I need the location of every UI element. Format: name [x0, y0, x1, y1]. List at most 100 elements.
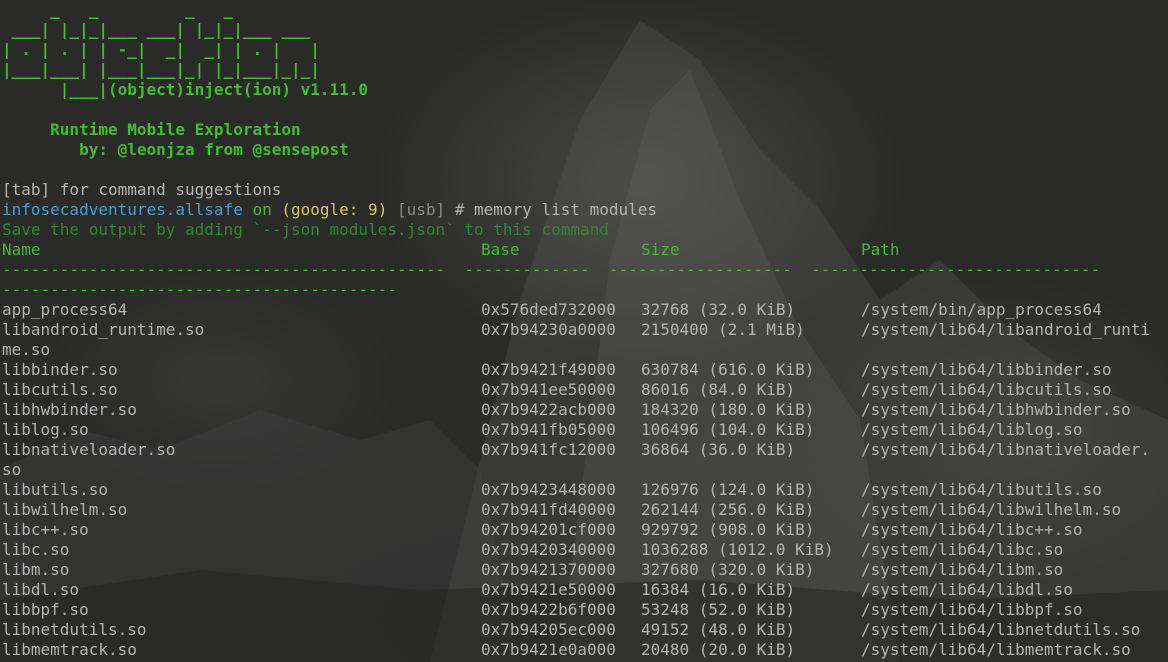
module-size: 262144 (256.0 KiB)	[641, 500, 815, 519]
module-base: 0x7b941ee50000	[481, 380, 616, 399]
module-name: libwilhelm.so	[2, 500, 128, 519]
module-size: 32768 (32.0 KiB)	[641, 300, 796, 319]
module-base: 0x7b94230a0000	[481, 320, 616, 339]
header-path: Path	[861, 240, 900, 259]
module-base: 0x7b9421f49000	[481, 360, 616, 379]
module-path: /system/lib64/libnetdutils.so	[861, 620, 1141, 639]
module-path: /system/lib64/libandroid_runti	[861, 320, 1150, 339]
module-name: libhwbinder.so	[2, 400, 137, 419]
module-base: 0x7b94205ec000	[481, 620, 616, 639]
module-name: libcutils.so	[2, 380, 118, 399]
module-size: 53248 (52.0 KiB)	[641, 600, 796, 619]
table-row: libmemtrack.so 0x7b9421e0a000 20480 (20.0 …	[2, 640, 1168, 660]
module-path: /system/lib64/libbpf.so	[861, 600, 1083, 619]
module-size: 36864 (36.0 KiB)	[641, 440, 796, 459]
module-base: 0x7b94201cf000	[481, 520, 616, 539]
module-size: 1036288 (1012.0 KiB)	[641, 540, 834, 559]
module-name: libandroid_runtime.so	[2, 320, 205, 339]
table-separator: ----------------------------------------…	[2, 260, 1101, 279]
module-name: app_process64	[2, 300, 128, 319]
table-row: libnetdutils.so 0x7b94205ec000 49152 (48.0…	[2, 620, 1168, 640]
module-size: 49152 (48.0 KiB)	[641, 620, 796, 639]
prompt-device: (google: 9)	[281, 200, 388, 219]
ascii-logo-line: ___| |_|_|___ ___| |_|_|___ ___	[2, 20, 311, 39]
table-row: libcutils.so 0x7b941ee50000 86016 (84.0 Ki…	[2, 380, 1168, 400]
module-name: libnativeloader.so	[2, 440, 176, 459]
module-path: /system/lib64/libwilhelm.so	[861, 500, 1122, 519]
table-row: libhwbinder.so 0x7b9422acb000 184320 (180.…	[2, 400, 1168, 420]
module-base: 0x7b9420340000	[481, 540, 616, 559]
header-size: Size	[641, 240, 680, 259]
module-path: /system/lib64/libcutils.so	[861, 380, 1112, 399]
module-name: libm.so	[2, 560, 70, 579]
module-path: /system/lib64/libm.so	[861, 560, 1064, 579]
table-row: libwilhelm.so 0x7b941fd40000 262144 (256.0…	[2, 500, 1168, 520]
module-base: 0x7b9422b6f000	[481, 600, 616, 619]
table-row: libc.so 0x7b9420340000 1036288 (1012.0 KiB…	[2, 540, 1168, 560]
terminal-window[interactable]: _ _ _ _ ___| |_|_|___ ___| |_|_|___ ___ …	[0, 0, 1168, 662]
table-row: libm.so 0x7b9421370000 327680 (320.0 KiB) /…	[2, 560, 1168, 580]
command-prompt[interactable]: infosecadventures.allsafe on (google: 9)…	[2, 200, 657, 220]
module-path: /system/bin/app_process64	[861, 300, 1102, 319]
module-name-wrap: me.so	[2, 340, 51, 359]
module-size: 929792 (908.0 KiB)	[641, 520, 815, 539]
module-base: 0x7b9422acb000	[481, 400, 616, 419]
table-row: libc++.so 0x7b94201cf000 929792 (908.0 KiB…	[2, 520, 1168, 540]
module-size: 327680 (320.0 KiB)	[641, 560, 815, 579]
module-path: /system/lib64/libnativeloader.	[861, 440, 1150, 459]
module-path: /system/lib64/libutils.so	[861, 480, 1102, 499]
tab-hint: [tab] for command suggestions	[2, 180, 282, 199]
prompt-transport: [usb]	[387, 200, 446, 219]
module-size: 86016 (84.0 KiB)	[641, 380, 796, 399]
module-base: 0x7b941fb05000	[481, 420, 616, 439]
prompt-command: # memory list modules	[445, 200, 658, 219]
module-name: libbinder.so	[2, 360, 118, 379]
module-base: 0x7b9421e0a000	[481, 640, 616, 659]
table-header-row: Name Base Size Path	[2, 240, 1168, 260]
module-name: libmemtrack.so	[2, 640, 137, 659]
table-row: libdl.so 0x7b9421e50000 16384 (16.0 KiB) /s…	[2, 580, 1168, 600]
module-path: /system/lib64/libdl.so	[861, 580, 1073, 599]
module-name: libc.so	[2, 540, 70, 559]
module-size: 106496 (104.0 KiB)	[641, 420, 815, 439]
module-size: 16384 (16.0 KiB)	[641, 580, 796, 599]
header-base: Base	[481, 240, 520, 259]
module-size: 20480 (20.0 KiB)	[641, 640, 796, 659]
module-name: libdl.so	[2, 580, 80, 599]
table-row: liblog.so 0x7b941fb05000 106496 (104.0 KiB…	[2, 420, 1168, 440]
module-path: /system/lib64/libc++.so	[861, 520, 1083, 539]
header-name: Name	[2, 240, 41, 259]
table-row: libnativeloader.so 0x7b941fc12000 36864 (3…	[2, 440, 1168, 460]
ascii-logo-version-line: |___|(object)inject(ion) v1.11.0	[2, 80, 369, 99]
table-row: libbinder.so 0x7b9421f49000 630784 (616.0 …	[2, 360, 1168, 380]
module-path: /system/lib64/libc.so	[861, 540, 1064, 559]
table-row: libutils.so 0x7b9423448000 126976 (124.0 K…	[2, 480, 1168, 500]
module-path: /system/lib64/libbinder.so	[861, 360, 1112, 379]
module-size: 2150400 (2.1 MiB)	[641, 320, 805, 339]
ascii-logo-line: | . | . | | -_| _| _| | . | |	[2, 40, 320, 59]
module-path: /system/lib64/libmemtrack.so	[861, 640, 1131, 659]
module-name: liblog.so	[2, 420, 89, 439]
save-output-hint: Save the output by adding `--json module…	[2, 220, 609, 239]
module-base: 0x576ded732000	[481, 300, 616, 319]
ascii-logo-line: |___|___| |___|___|_| |_|___|_|_|	[2, 60, 320, 79]
module-path: /system/lib64/libhwbinder.so	[861, 400, 1131, 419]
table-separator-wrap: ----------------------------------------…	[2, 280, 397, 299]
table-row: app_process64 0x576ded732000 32768 (32.0 K…	[2, 300, 1168, 320]
module-size: 184320 (180.0 KiB)	[641, 400, 815, 419]
prompt-host: infosecadventures.allsafe	[2, 200, 243, 219]
module-base: 0x7b941fd40000	[481, 500, 616, 519]
module-name-wrap: so	[2, 460, 22, 479]
module-size: 126976 (124.0 KiB)	[641, 480, 815, 499]
module-base: 0x7b9421370000	[481, 560, 616, 579]
module-name: libnetdutils.so	[2, 620, 147, 639]
table-row: libandroid_runtime.so 0x7b94230a0000 21504…	[2, 320, 1168, 340]
module-path: /system/lib64/liblog.so	[861, 420, 1083, 439]
module-base: 0x7b9421e50000	[481, 580, 616, 599]
table-row: libbpf.so 0x7b9422b6f000 53248 (52.0 KiB) /…	[2, 600, 1168, 620]
prompt-on: on	[242, 200, 282, 219]
module-base: 0x7b941fc12000	[481, 440, 616, 459]
banner-tagline: Runtime Mobile Exploration	[2, 120, 301, 139]
module-name: libutils.so	[2, 480, 108, 499]
ascii-logo-line: _ _ _ _	[2, 0, 234, 19]
